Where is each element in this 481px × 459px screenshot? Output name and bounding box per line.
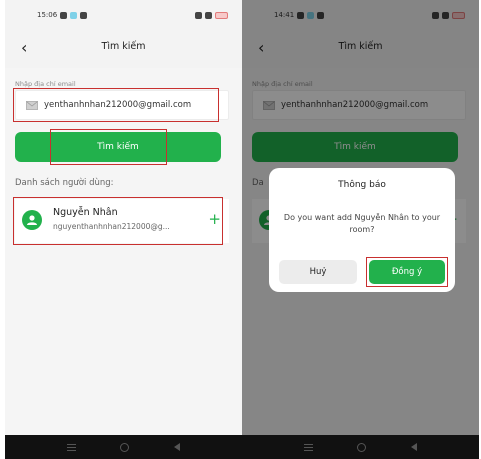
user-email: nguyenthanhnhan212000@g...: [53, 222, 170, 231]
app-bar: ‹ Tìm kiếm: [5, 30, 242, 68]
menu-icon[interactable]: [67, 443, 77, 451]
system-nav-bar: [242, 435, 479, 459]
notification-icon: [80, 11, 88, 19]
mail-icon: [26, 101, 38, 110]
cancel-button[interactable]: Huỷ: [279, 260, 357, 284]
signal-icon: [205, 11, 212, 19]
wifi-icon: [195, 11, 202, 19]
confirm-button[interactable]: Đồng ý: [369, 260, 445, 284]
status-bar: 15:06: [5, 0, 242, 30]
email-input[interactable]: yenthanhnhan212000@gmail.com: [15, 90, 229, 120]
page-title: Tìm kiếm: [101, 41, 146, 52]
plus-icon[interactable]: +: [208, 210, 221, 228]
person-avatar-icon: [22, 210, 42, 230]
notification-icon: [60, 11, 68, 19]
home-icon[interactable]: [120, 442, 130, 452]
email-input-value: yenthanhnhan212000@gmail.com: [44, 100, 192, 110]
battery-icon: [215, 11, 228, 19]
menu-icon[interactable]: [304, 443, 314, 451]
email-field-label: Nhập địa chỉ email: [15, 80, 76, 88]
user-name: Nguyễn Nhân: [53, 207, 118, 218]
status-time: 15:06: [37, 11, 58, 19]
back-nav-icon[interactable]: [173, 443, 180, 451]
confirm-dialog: Thông báo Do you want add Nguyễn Nhân to…: [269, 168, 455, 292]
search-content: Nhập địa chỉ email yenthanhnhan212000@gm…: [5, 68, 242, 435]
phone-screen-search: 15:06 ‹ Tìm kiếm Nhập địa chỉ email yent…: [5, 0, 242, 459]
search-button[interactable]: Tìm kiếm: [15, 132, 221, 162]
back-nav-icon[interactable]: [410, 443, 417, 451]
home-icon[interactable]: [357, 442, 367, 452]
dialog-title: Thông báo: [338, 180, 386, 190]
app-icon: [70, 11, 78, 19]
phone-screen-confirm: 14:41 ‹ Tìm kiếm Nhập địa chỉ email yent…: [242, 0, 479, 459]
user-list-item[interactable]: Nguyễn Nhân nguyenthanhnhan212000@g... +: [15, 199, 229, 243]
dialog-message: Do you want add Nguyễn Nhân to your room…: [283, 213, 441, 234]
system-nav-bar: [5, 435, 242, 459]
user-list-heading: Danh sách người dùng:: [15, 178, 114, 188]
